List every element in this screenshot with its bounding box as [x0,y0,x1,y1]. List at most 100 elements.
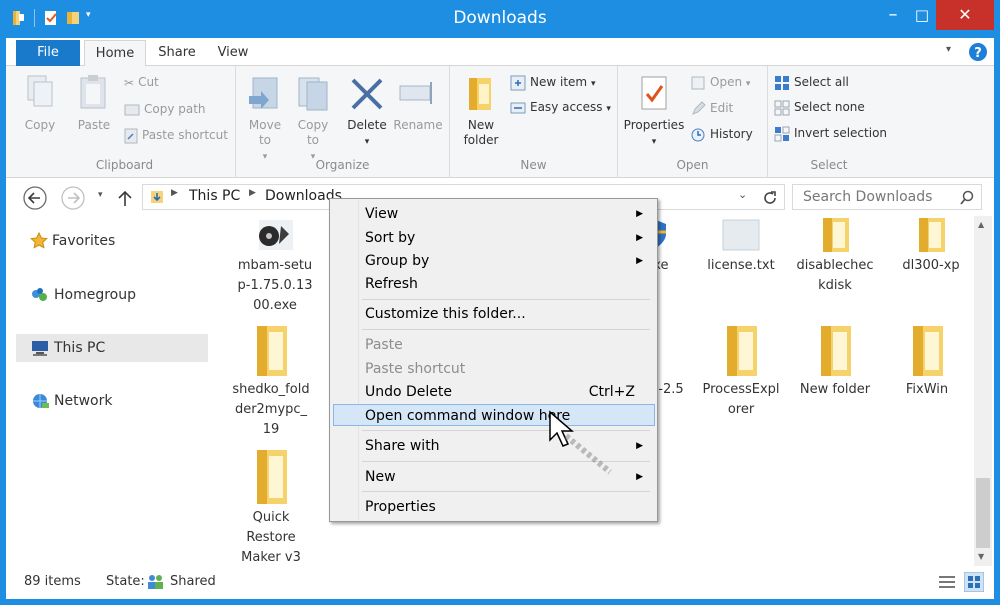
exe-installer-icon [259,220,293,250]
file-name-line: 19 [262,422,280,437]
menu-label: Share with [365,438,440,454]
menu-item-group-by[interactable]: Group by ▶ [333,250,655,272]
edit-button[interactable]: Edit [690,98,733,118]
scroll-down-icon[interactable]: ▼ [978,552,984,561]
scroll-up-icon[interactable]: ▲ [978,220,984,229]
file-name-line: license.txt [707,258,775,273]
file-name-line: Maker v3 [241,550,301,565]
vertical-scrollbar[interactable]: ▲ ▼ [974,216,992,566]
tab-share[interactable]: Share [154,40,200,67]
file-item[interactable]: shedko_fold der2mypc_ 19 [228,320,314,440]
file-item[interactable]: Quick Restore Maker v3 [228,444,314,566]
refresh-icon[interactable] [761,189,779,207]
tab-view[interactable]: View [212,40,254,67]
menu-item-customize-folder[interactable]: Customize this folder... [333,303,655,325]
invert-selection-button[interactable]: Invert selection [774,123,887,143]
forward-button[interactable] [60,185,86,211]
file-item[interactable]: ProcessExpl orer [698,320,784,420]
minimize-button[interactable]: – [878,0,908,30]
select-none-button[interactable]: Select none [774,97,865,117]
back-button[interactable] [22,185,48,211]
menu-label: Refresh [365,276,418,292]
file-item[interactable]: New folder [792,320,878,400]
folder-icon [257,450,287,504]
new-item-button[interactable]: New item ▾ [510,72,595,92]
open-icon [691,76,705,89]
new-group: New folder New item ▾ Easy access ▾ New [450,66,618,178]
file-item[interactable]: disablechec kdisk [792,218,878,296]
breadcrumb-separator-icon[interactable]: ▶ [249,188,256,198]
delete-button[interactable]: Delete ▾ [344,74,390,150]
organize-group-label: Organize [315,158,370,172]
folder-icon [821,326,851,376]
rename-button[interactable]: Rename [392,74,444,133]
copy-path-label: Copy path [144,102,206,116]
nav-item-network[interactable]: Network [30,388,112,414]
copy-button[interactable]: Copy [20,74,60,133]
maximize-button[interactable]: □ [908,0,936,30]
file-item[interactable]: dl300-xp [888,218,974,276]
up-button[interactable] [116,188,134,208]
new-folder-icon [469,78,491,110]
select-none-icon [774,100,790,115]
cut-button[interactable]: ✂ Cut [124,72,159,92]
search-input[interactable]: Search Downloads [803,189,932,205]
file-name-line: kdisk [818,278,852,293]
file-name-line: -2.5 [658,382,684,397]
details-view-icon[interactable] [938,574,956,590]
submenu-arrow-icon: ▶ [636,441,643,451]
new-folder-button[interactable]: New folder [458,74,504,148]
easy-access-button[interactable]: Easy access ▾ [510,97,611,117]
submenu-arrow-icon: ▶ [636,209,643,219]
move-to-button[interactable]: Move to ▾ [242,74,288,165]
large-icons-view-icon[interactable] [964,572,984,592]
nav-item-homegroup[interactable]: Homegroup [30,282,136,308]
open-button[interactable]: Open ▾ [690,72,750,92]
delete-icon [351,78,383,110]
collapse-ribbon-icon[interactable]: ▾ [946,44,951,55]
copy-to-button[interactable]: Copy to ▾ [290,74,336,165]
paste-icon [80,75,106,109]
tab-home[interactable]: Home [84,40,146,67]
nav-item-this-pc[interactable]: This PC [30,335,105,361]
breadcrumb-this-pc[interactable]: This PC [189,188,240,204]
select-all-label: Select all [794,75,849,89]
history-button[interactable]: History [690,124,753,144]
svg-text:?: ? [974,46,982,61]
file-item[interactable]: license.txt [698,218,784,276]
file-name-line: shedko_fold [232,382,310,397]
menu-item-view[interactable]: View ▶ [333,203,655,225]
history-label: History [710,127,753,141]
shared-users-icon [148,575,163,589]
menu-item-undo-delete[interactable]: Undo Delete Ctrl+Z [333,381,655,403]
file-item[interactable]: mbam-setu p-1.75.0.13 00.exe [232,218,318,316]
menu-item-sort-by[interactable]: Sort by ▶ [333,227,655,249]
copy-path-button[interactable]: Copy path [124,99,206,119]
properties-button[interactable]: Properties ▾ [622,74,686,150]
menu-item-refresh[interactable]: Refresh [333,273,655,295]
menu-item-paste-shortcut[interactable]: Paste shortcut [333,358,655,380]
paste-button[interactable]: Paste [72,74,116,133]
help-icon[interactable]: ? [968,42,988,62]
file-item[interactable]: FixWin [884,320,970,400]
select-all-button[interactable]: Select all [774,72,849,92]
title-bar[interactable]: ▾ Downloads – □ ✕ [0,0,1000,38]
close-button[interactable]: ✕ [936,0,994,30]
search-icon[interactable] [959,190,975,206]
folder-icon [727,326,757,376]
menu-item-properties[interactable]: Properties [333,496,655,518]
paste-shortcut-button[interactable]: Paste shortcut [124,125,228,145]
tab-file[interactable]: File [16,40,80,66]
menu-item-paste[interactable]: Paste [333,334,655,356]
scrollbar-thumb[interactable] [976,478,990,548]
file-name-line: Quick [252,510,290,525]
address-history-icon[interactable]: ⌄ [738,188,747,201]
mouse-cursor-icon [549,410,612,475]
recent-locations-icon[interactable]: ▾ [98,190,103,200]
file-item[interactable]: -2.5 [654,380,688,400]
breadcrumb-separator-icon[interactable]: ▶ [171,188,178,198]
nav-item-favorites[interactable]: Favorites [30,228,115,254]
search-box[interactable]: Search Downloads [792,184,982,210]
folder-icon [823,218,849,252]
open-group: Properties ▾ Open ▾ Edit History Open [618,66,768,178]
